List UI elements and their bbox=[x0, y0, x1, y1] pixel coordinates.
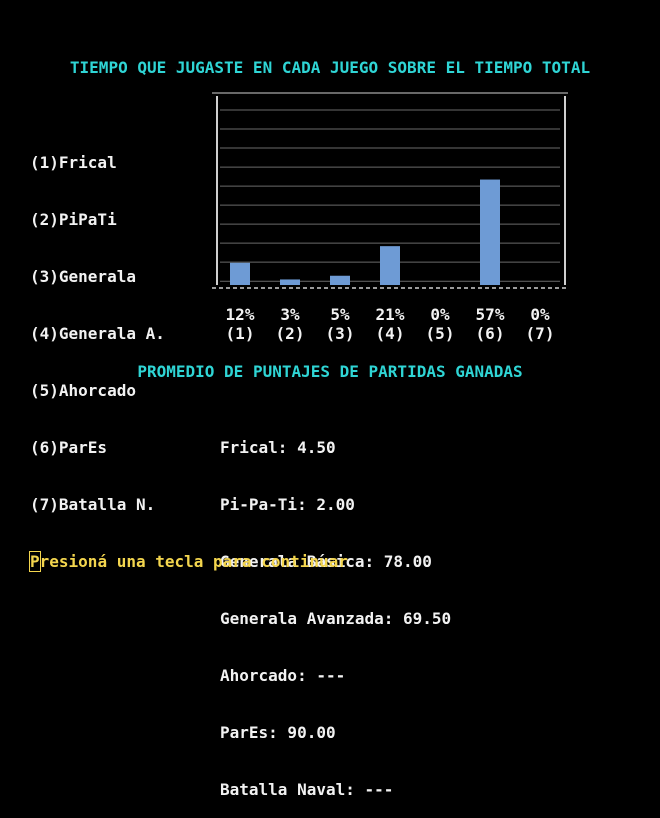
cursor: P bbox=[29, 551, 41, 572]
legend-item: (3)Generala bbox=[30, 267, 136, 286]
legend-item: (1)Frical bbox=[30, 153, 117, 172]
score-line: Frical: 4.50 bbox=[220, 438, 336, 457]
bar-chart bbox=[212, 92, 568, 289]
bar-category-label: (1) bbox=[225, 324, 255, 343]
score-line: ParEs: 90.00 bbox=[220, 723, 336, 742]
bar-value-label: 0% bbox=[430, 305, 450, 324]
bar bbox=[380, 246, 400, 285]
legend-item: (4)Generala A. bbox=[30, 324, 165, 343]
chart-bars bbox=[230, 179, 500, 285]
bar-category-label: (4) bbox=[375, 324, 405, 343]
legend-item: (5)Ahorcado bbox=[30, 381, 136, 400]
bar-value-label: 3% bbox=[280, 305, 300, 324]
legend-item: (2)PiPaTi bbox=[30, 210, 117, 229]
bar-value-label: 0% bbox=[530, 305, 550, 324]
bar bbox=[230, 262, 250, 285]
bar-value-label: 5% bbox=[330, 305, 350, 324]
bar bbox=[280, 279, 300, 285]
bar-category-label: (6) bbox=[475, 324, 505, 343]
bar-category-label: (7) bbox=[525, 324, 555, 343]
continue-prompt[interactable]: Presioná una tecla para continuar bbox=[29, 551, 348, 572]
bar-value-label: 12% bbox=[225, 305, 255, 324]
bar-category-label: (5) bbox=[425, 324, 455, 343]
score-line: Generala Avanzada: 69.50 bbox=[220, 609, 452, 628]
bar-category-label: (2) bbox=[275, 324, 305, 343]
score-line: Batalla Naval: --- bbox=[220, 780, 394, 799]
score-line: Ahorcado: --- bbox=[220, 666, 346, 685]
legend-item: (7)Batalla N. bbox=[30, 495, 156, 514]
bar-category-label: (3) bbox=[325, 324, 355, 343]
legend-item: (6)ParEs bbox=[30, 438, 108, 457]
bar-value-label: 57% bbox=[475, 305, 505, 324]
bar bbox=[480, 179, 500, 285]
scores-list: Frical: 4.50 Pi-Pa-Ti: 2.00 Generala Bás… bbox=[220, 400, 451, 818]
score-line: Pi-Pa-Ti: 2.00 bbox=[220, 495, 355, 514]
bar-value-label: 21% bbox=[375, 305, 405, 324]
chart-legend: (1)Frical (2)PiPaTi (3)Generala (4)Gener… bbox=[30, 115, 165, 533]
bar bbox=[330, 275, 350, 285]
scores-title: PROMEDIO DE PUNTAJES DE PARTIDAS GANADAS bbox=[137, 362, 523, 381]
prompt-text: resioná una tecla para continuar bbox=[39, 552, 348, 571]
chart-title: TIEMPO QUE JUGASTE EN CADA JUEGO SOBRE E… bbox=[69, 58, 591, 77]
